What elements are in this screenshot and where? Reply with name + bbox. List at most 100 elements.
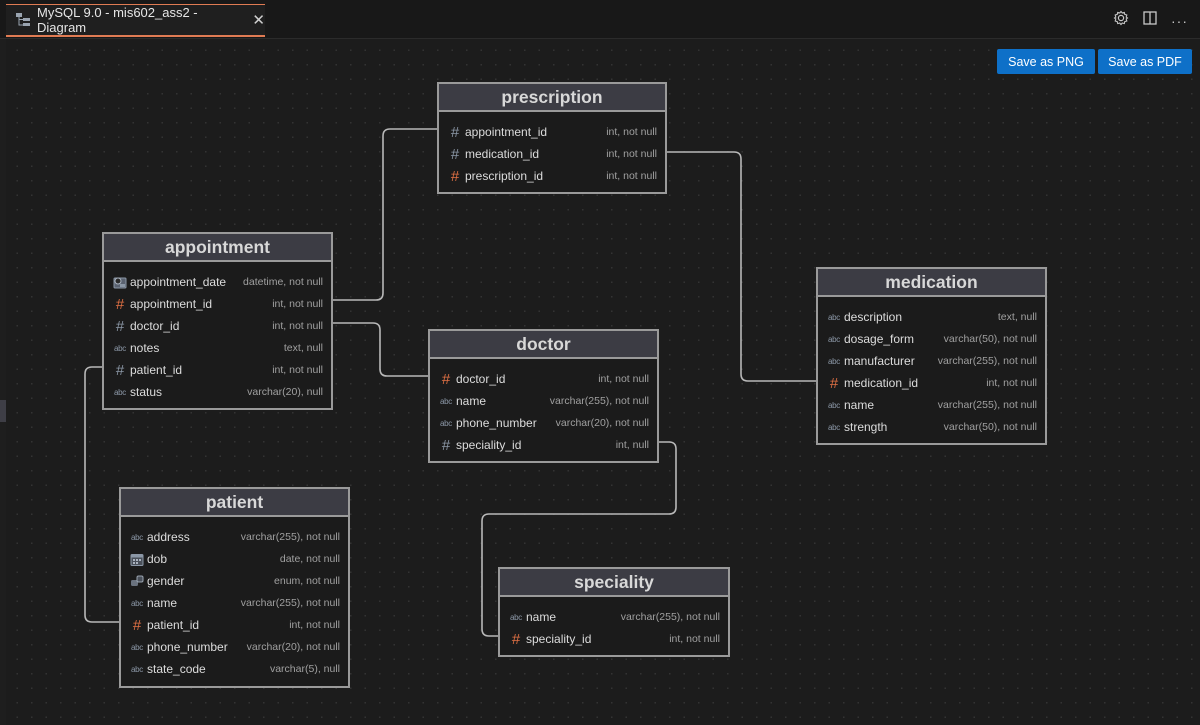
diagram-icon <box>16 13 30 27</box>
column-row[interactable]: appointment_date datetime, not null <box>104 271 331 293</box>
column-name: speciality_id <box>526 632 592 646</box>
column-row[interactable]: # medication_id int, not null <box>439 143 665 165</box>
column-row[interactable]: abc description text, null <box>818 306 1045 328</box>
column-type: int, not null <box>606 170 657 182</box>
column-row[interactable]: # appointment_id int, not null <box>439 121 665 143</box>
column-name: description <box>844 310 903 324</box>
column-row[interactable]: # patient_id int, not null <box>121 614 348 636</box>
column-type: varchar(50), not null <box>943 421 1037 433</box>
sidebar-resize-handle[interactable] <box>0 400 6 422</box>
column-list: appointment_date datetime, not null # appoi… <box>104 262 331 403</box>
column-type: date, not null <box>279 553 340 565</box>
column-row[interactable]: abc status varchar(20), null <box>104 381 331 403</box>
column-row[interactable]: # appointment_id int, not null <box>104 293 331 315</box>
column-type: varchar(50), not null <box>943 333 1037 345</box>
column-name: speciality_id <box>456 438 522 452</box>
column-row[interactable]: # medication_id int, not null <box>818 372 1045 394</box>
column-row[interactable]: # doctor_id int, not null <box>104 315 331 337</box>
text-type-icon: abc <box>131 642 143 652</box>
column-type: varchar(20), not null <box>555 417 649 429</box>
column-type: datetime, not null <box>243 276 323 288</box>
column-type: varchar(255), not null <box>240 597 340 609</box>
column-row[interactable]: abc name varchar(255), not null <box>121 592 348 614</box>
column-row[interactable]: abc notes text, null <box>104 337 331 359</box>
entity-prescription[interactable]: prescription # appointment_id int, not null… <box>437 82 667 194</box>
column-name: name <box>147 596 178 610</box>
text-type-icon: abc <box>828 356 840 366</box>
column-name: patient_id <box>130 363 183 377</box>
column-row[interactable]: abc dosage_form varchar(50), not null <box>818 328 1045 350</box>
column-row[interactable]: # doctor_id int, not null <box>430 368 657 390</box>
tab-title: MySQL 9.0 - mis602_ass2 - Diagram <box>37 5 198 35</box>
text-type-icon: abc <box>440 396 452 406</box>
text-type-icon: abc <box>114 343 126 353</box>
hash-icon: # <box>115 317 125 335</box>
column-row[interactable]: # speciality_id int, not null <box>500 628 728 650</box>
column-type: varchar(20), null <box>247 386 323 398</box>
hash-icon: # <box>441 436 451 454</box>
save-as-pdf-button[interactable]: Save as PDF <box>1098 49 1192 74</box>
column-row[interactable]: abc name varchar(255), not null <box>500 606 728 628</box>
column-name: patient_id <box>147 618 200 632</box>
column-list: # appointment_id int, not null # medication_… <box>439 112 665 187</box>
primary-key-icon: # <box>441 370 451 388</box>
column-row[interactable]: gender enum, not null <box>121 570 348 592</box>
column-row[interactable]: # speciality_id int, null <box>430 434 657 456</box>
entity-speciality[interactable]: speciality abc name varchar(255), not null #… <box>498 567 730 657</box>
entity-title: patient <box>121 489 348 517</box>
column-row[interactable]: abc address varchar(255), not null <box>121 526 348 548</box>
hash-icon: # <box>115 361 125 379</box>
column-type: varchar(5), null <box>269 663 340 675</box>
entity-title: prescription <box>439 84 665 112</box>
column-name: status <box>130 385 163 399</box>
column-row[interactable]: abc state_code varchar(5), null <box>121 658 348 680</box>
column-type: int, not null <box>272 364 323 376</box>
close-icon[interactable]: ✕ <box>252 11 265 29</box>
entity-title: appointment <box>104 234 331 262</box>
entity-medication[interactable]: medication abc description text, null abc dos… <box>816 267 1047 445</box>
tab-diagram[interactable]: MySQL 9.0 - mis602_ass2 - Diagram ✕ <box>6 4 265 37</box>
text-type-icon: abc <box>828 312 840 322</box>
column-list: # doctor_id int, not null abc name varchar(25… <box>430 359 657 456</box>
column-row[interactable]: abc name varchar(255), not null <box>818 394 1045 416</box>
column-row[interactable]: # patient_id int, not null <box>104 359 331 381</box>
column-row[interactable]: abc phone_number varchar(20), not null <box>430 412 657 434</box>
column-name: appointment_id <box>130 297 213 311</box>
column-type: int, not null <box>606 126 657 138</box>
column-name: phone_number <box>147 640 228 654</box>
primary-key-icon: # <box>132 616 142 634</box>
split-editor-icon[interactable] <box>1143 11 1157 30</box>
column-row[interactable]: abc strength varchar(50), not null <box>818 416 1045 438</box>
entity-appointment[interactable]: appointment appointment_date datetime, not… <box>102 232 333 410</box>
primary-key-icon: # <box>511 630 521 648</box>
column-row[interactable]: abc phone_number varchar(20), not null <box>121 636 348 658</box>
column-row[interactable]: abc manufacturer varchar(255), not null <box>818 350 1045 372</box>
save-as-png-button[interactable]: Save as PNG <box>997 49 1095 74</box>
datetime-icon <box>113 276 127 289</box>
column-row[interactable]: dob date, not null <box>121 548 348 570</box>
text-type-icon: abc <box>131 598 143 608</box>
column-type: varchar(255), not null <box>549 395 649 407</box>
entity-doctor[interactable]: doctor # doctor_id int, not null abc name varc… <box>428 329 659 463</box>
entity-title: doctor <box>430 331 657 359</box>
text-type-icon: abc <box>510 612 522 622</box>
enum-icon <box>130 575 144 587</box>
entity-patient[interactable]: patient abc address varchar(255), not null d… <box>119 487 350 688</box>
gear-icon[interactable] <box>1113 10 1129 31</box>
column-name: name <box>456 394 487 408</box>
text-type-icon: abc <box>828 334 840 344</box>
more-icon[interactable]: ··· <box>1171 13 1188 29</box>
column-type: varchar(255), not null <box>240 531 340 543</box>
column-name: name <box>844 398 875 412</box>
column-name: phone_number <box>456 416 537 430</box>
column-type: text, null <box>283 342 323 354</box>
column-name: strength <box>844 420 888 434</box>
text-type-icon: abc <box>828 400 840 410</box>
column-name: prescription_id <box>465 169 544 183</box>
hash-icon: # <box>450 145 460 163</box>
text-type-icon: abc <box>114 387 126 397</box>
column-row[interactable]: abc name varchar(255), not null <box>430 390 657 412</box>
column-row[interactable]: # prescription_id int, not null <box>439 165 665 187</box>
column-name: appointment_id <box>465 125 548 139</box>
editor-tab-bar: MySQL 9.0 - mis602_ass2 - Diagram ✕ ··· <box>0 0 1200 39</box>
